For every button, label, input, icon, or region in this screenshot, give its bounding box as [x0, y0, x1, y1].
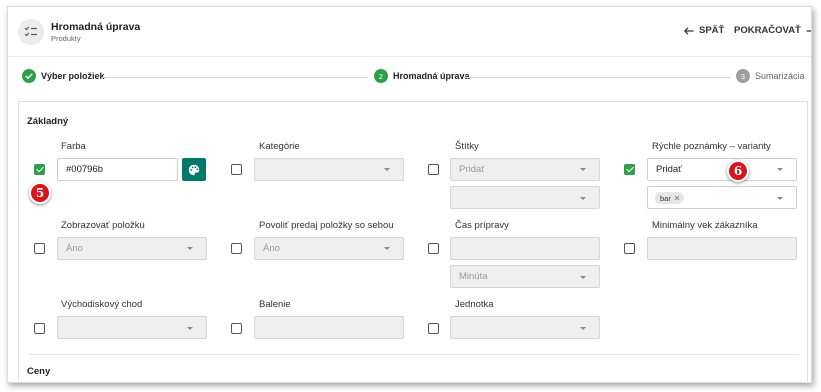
- section-divider: [29, 354, 799, 355]
- back-button[interactable]: SPÄŤ: [684, 25, 724, 36]
- chevron-down-icon: [187, 247, 193, 250]
- checkbox-minimalny-vek[interactable]: [624, 243, 635, 254]
- step-number: 2: [374, 69, 388, 83]
- cas-unit-select[interactable]: Minúta: [450, 265, 600, 288]
- kategorie-select[interactable]: [254, 158, 404, 181]
- checkbox-vychodiskovy-chod[interactable]: [34, 323, 45, 334]
- field-label-stitky: Štítky: [455, 141, 479, 152]
- continue-button-label: POKRAČOVAŤ: [734, 25, 801, 36]
- checkbox-zobrazovat[interactable]: [34, 243, 45, 254]
- color-picker-button[interactable]: [182, 158, 206, 181]
- field-label-zobrazovat: Zobrazovať položku: [61, 220, 145, 231]
- field-label-vychodiskovy-chod: Východiskový chod: [61, 299, 143, 310]
- section-title-basic: Základný: [27, 116, 69, 127]
- continue-button[interactable]: POKRAČOVAŤ: [734, 25, 811, 36]
- checkbox-jednotka[interactable]: [428, 323, 439, 334]
- chevron-down-icon: [580, 276, 586, 279]
- checklist-icon: [18, 19, 44, 45]
- field-label-kategorie: Kategórie: [259, 141, 300, 152]
- chevron-down-icon: [580, 327, 586, 330]
- stitky-placeholder: Pridať: [459, 164, 485, 175]
- arrow-left-icon: [684, 26, 694, 35]
- section-title-prices: Ceny: [27, 366, 51, 377]
- cas-pripravy-input[interactable]: [450, 237, 600, 260]
- annotation-badge-5: 5: [29, 182, 51, 204]
- step-vyber-poloziek[interactable]: Výber položiek: [22, 69, 105, 83]
- arrow-right-icon: [806, 29, 811, 32]
- balenie-input[interactable]: [254, 316, 404, 339]
- step-label: Hromadná úprava: [393, 71, 470, 81]
- checkbox-cas-pripravy[interactable]: [428, 243, 439, 254]
- page-subtitle: Produkty: [51, 34, 81, 43]
- chip-remove-icon[interactable]: [674, 195, 680, 201]
- step-label: Výber položiek: [41, 71, 105, 81]
- checkbox-balenie[interactable]: [231, 323, 242, 334]
- checkbox-farba[interactable]: [34, 164, 45, 175]
- tag-chip[interactable]: bar: [655, 192, 684, 204]
- chevron-down-icon: [384, 247, 390, 250]
- header-bar: Hromadná úprava Produkty SPÄŤ POKRAČOVAŤ: [8, 7, 811, 57]
- field-label-povolit: Povoliť predaj položky so sebou: [259, 220, 394, 231]
- color-input[interactable]: #00796b: [57, 158, 178, 181]
- stitky-select[interactable]: Pridať: [450, 158, 600, 181]
- vychodiskovy-chod-select[interactable]: [57, 316, 207, 339]
- bulk-edit-window: Hromadná úprava Produkty SPÄŤ POKRAČOVAŤ…: [7, 6, 812, 383]
- checkbox-stitky[interactable]: [428, 164, 439, 175]
- tag-chip-label: bar: [660, 193, 671, 203]
- field-label-farba: Farba: [61, 141, 86, 152]
- field-label-rychle-poznamky: Rýchle poznámky – varianty: [652, 141, 771, 152]
- palette-icon: [188, 164, 200, 175]
- chevron-down-icon: [580, 197, 586, 200]
- step-hromadna-uprava[interactable]: 2 Hromadná úprava: [374, 69, 470, 83]
- chevron-down-icon: [187, 327, 193, 330]
- chevron-down-icon: [777, 168, 783, 171]
- jednotka-select[interactable]: [450, 316, 600, 339]
- zobrazovat-select[interactable]: Áno: [57, 237, 207, 260]
- stitky-select-second[interactable]: [450, 186, 600, 209]
- povolit-select[interactable]: Áno: [254, 237, 404, 260]
- edit-form-panel: Základný Farba #00796b Kategórie Štítky …: [18, 101, 808, 382]
- rychle-poznamky-select[interactable]: Pridať: [647, 158, 797, 181]
- annotation-badge-6: 6: [727, 160, 749, 182]
- field-label-cas-pripravy: Čas prípravy: [455, 220, 509, 231]
- step-connector: [102, 77, 368, 78]
- field-label-minimalny-vek: Minimálny vek zákazníka: [652, 220, 758, 231]
- step-sumarizacia[interactable]: 3 Sumarizácia: [736, 69, 805, 83]
- checkbox-kategorie[interactable]: [231, 164, 242, 175]
- checkbox-rychle-poznamky[interactable]: [624, 164, 635, 175]
- field-label-jednotka: Jednotka: [455, 299, 494, 310]
- checkbox-povolit[interactable]: [231, 243, 242, 254]
- back-button-label: SPÄŤ: [699, 25, 725, 36]
- page-title: Hromadná úprava: [51, 21, 141, 33]
- minimalny-vek-input[interactable]: [647, 237, 797, 260]
- chevron-down-icon: [580, 168, 586, 171]
- step-number: 3: [736, 69, 750, 83]
- chevron-down-icon: [777, 197, 783, 200]
- chevron-down-icon: [384, 168, 390, 171]
- step-done-check-icon: [22, 69, 36, 83]
- field-label-balenie: Balenie: [259, 299, 291, 310]
- step-connector: [464, 77, 730, 78]
- step-label: Sumarizácia: [755, 71, 805, 81]
